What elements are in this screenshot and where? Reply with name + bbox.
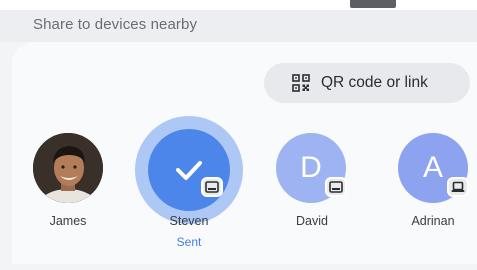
james-avatar bbox=[33, 133, 103, 203]
device-status-steven: Sent bbox=[176, 235, 202, 249]
qr-code-or-link-label: QR code or link bbox=[321, 74, 428, 91]
tablet-icon bbox=[329, 181, 343, 193]
qr-code-icon bbox=[292, 74, 310, 92]
adrinan-device-badge bbox=[447, 177, 469, 197]
david-device-badge bbox=[325, 177, 347, 197]
device-name-james: James bbox=[49, 214, 87, 228]
device-name-adrinan: Adrinan bbox=[411, 214, 455, 228]
device-name-steven: Steven bbox=[169, 214, 209, 228]
laptop-icon bbox=[451, 181, 465, 192]
steven-avatar bbox=[148, 129, 230, 211]
qr-code-or-link-button[interactable]: QR code or link bbox=[264, 63, 470, 103]
device-name-david: David bbox=[296, 214, 328, 228]
steven-device-badge bbox=[201, 177, 223, 197]
top-strip bbox=[0, 0, 477, 10]
share-title: Share to devices nearby bbox=[33, 16, 198, 33]
adrinan-avatar-letter: A bbox=[422, 151, 443, 184]
status-bar-fragment bbox=[350, 0, 396, 8]
person-photo-icon bbox=[33, 133, 103, 203]
tablet-icon bbox=[205, 181, 219, 193]
david-avatar-letter: D bbox=[300, 151, 322, 184]
